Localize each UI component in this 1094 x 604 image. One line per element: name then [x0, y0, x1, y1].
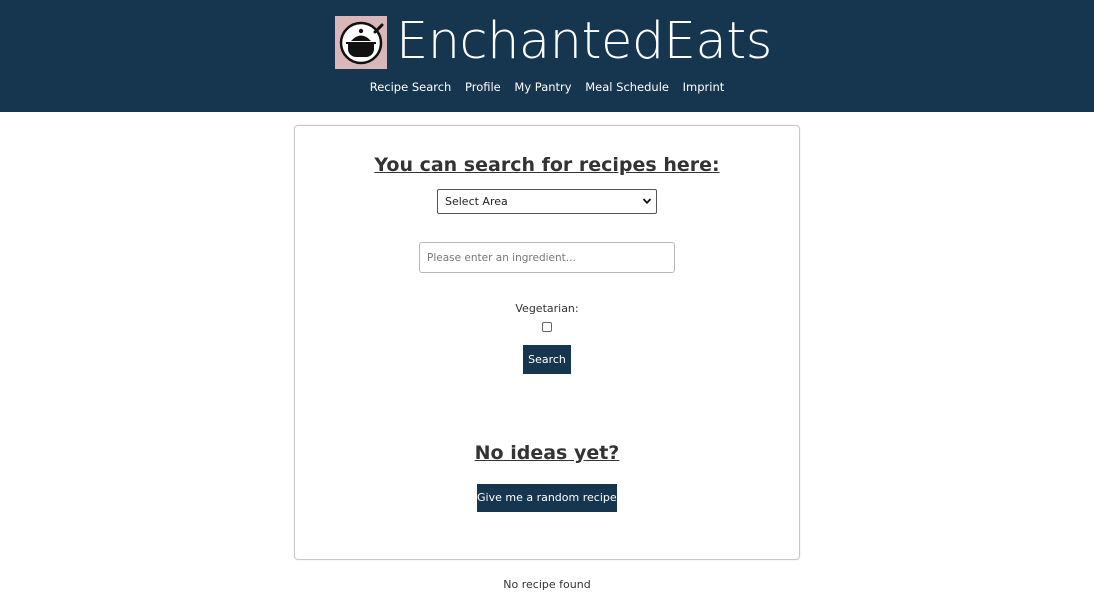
result-status: No recipe found: [503, 578, 591, 591]
search-heading: You can search for recipes here:: [374, 154, 720, 176]
site-header: EnchantedEats Recipe Search Profile My P…: [0, 0, 1094, 112]
ingredient-input[interactable]: [419, 242, 675, 273]
cooking-pot-icon: [339, 21, 384, 65]
nav-profile[interactable]: Profile: [465, 80, 501, 94]
main-nav: Recipe Search Profile My Pantry Meal Sch…: [0, 79, 1094, 95]
nav-my-pantry[interactable]: My Pantry: [514, 80, 571, 94]
area-select[interactable]: Select Area: [437, 189, 657, 214]
brand-name[interactable]: EnchantedEats: [396, 9, 772, 75]
vegetarian-label: Vegetarian:: [515, 302, 579, 315]
nav-meal-schedule[interactable]: Meal Schedule: [585, 80, 669, 94]
search-button[interactable]: Search: [523, 345, 571, 374]
search-card: You can search for recipes here: Select …: [294, 125, 800, 560]
nav-recipe-search[interactable]: Recipe Search: [370, 80, 452, 94]
random-recipe-button[interactable]: Give me a random recipe!: [477, 484, 621, 512]
logo[interactable]: [335, 16, 387, 69]
random-heading: No ideas yet?: [474, 442, 620, 464]
vegetarian-checkbox[interactable]: [542, 322, 552, 332]
chevron-down-icon: [642, 198, 652, 205]
area-select-value: Select Area: [445, 195, 508, 208]
nav-imprint[interactable]: Imprint: [683, 80, 725, 94]
